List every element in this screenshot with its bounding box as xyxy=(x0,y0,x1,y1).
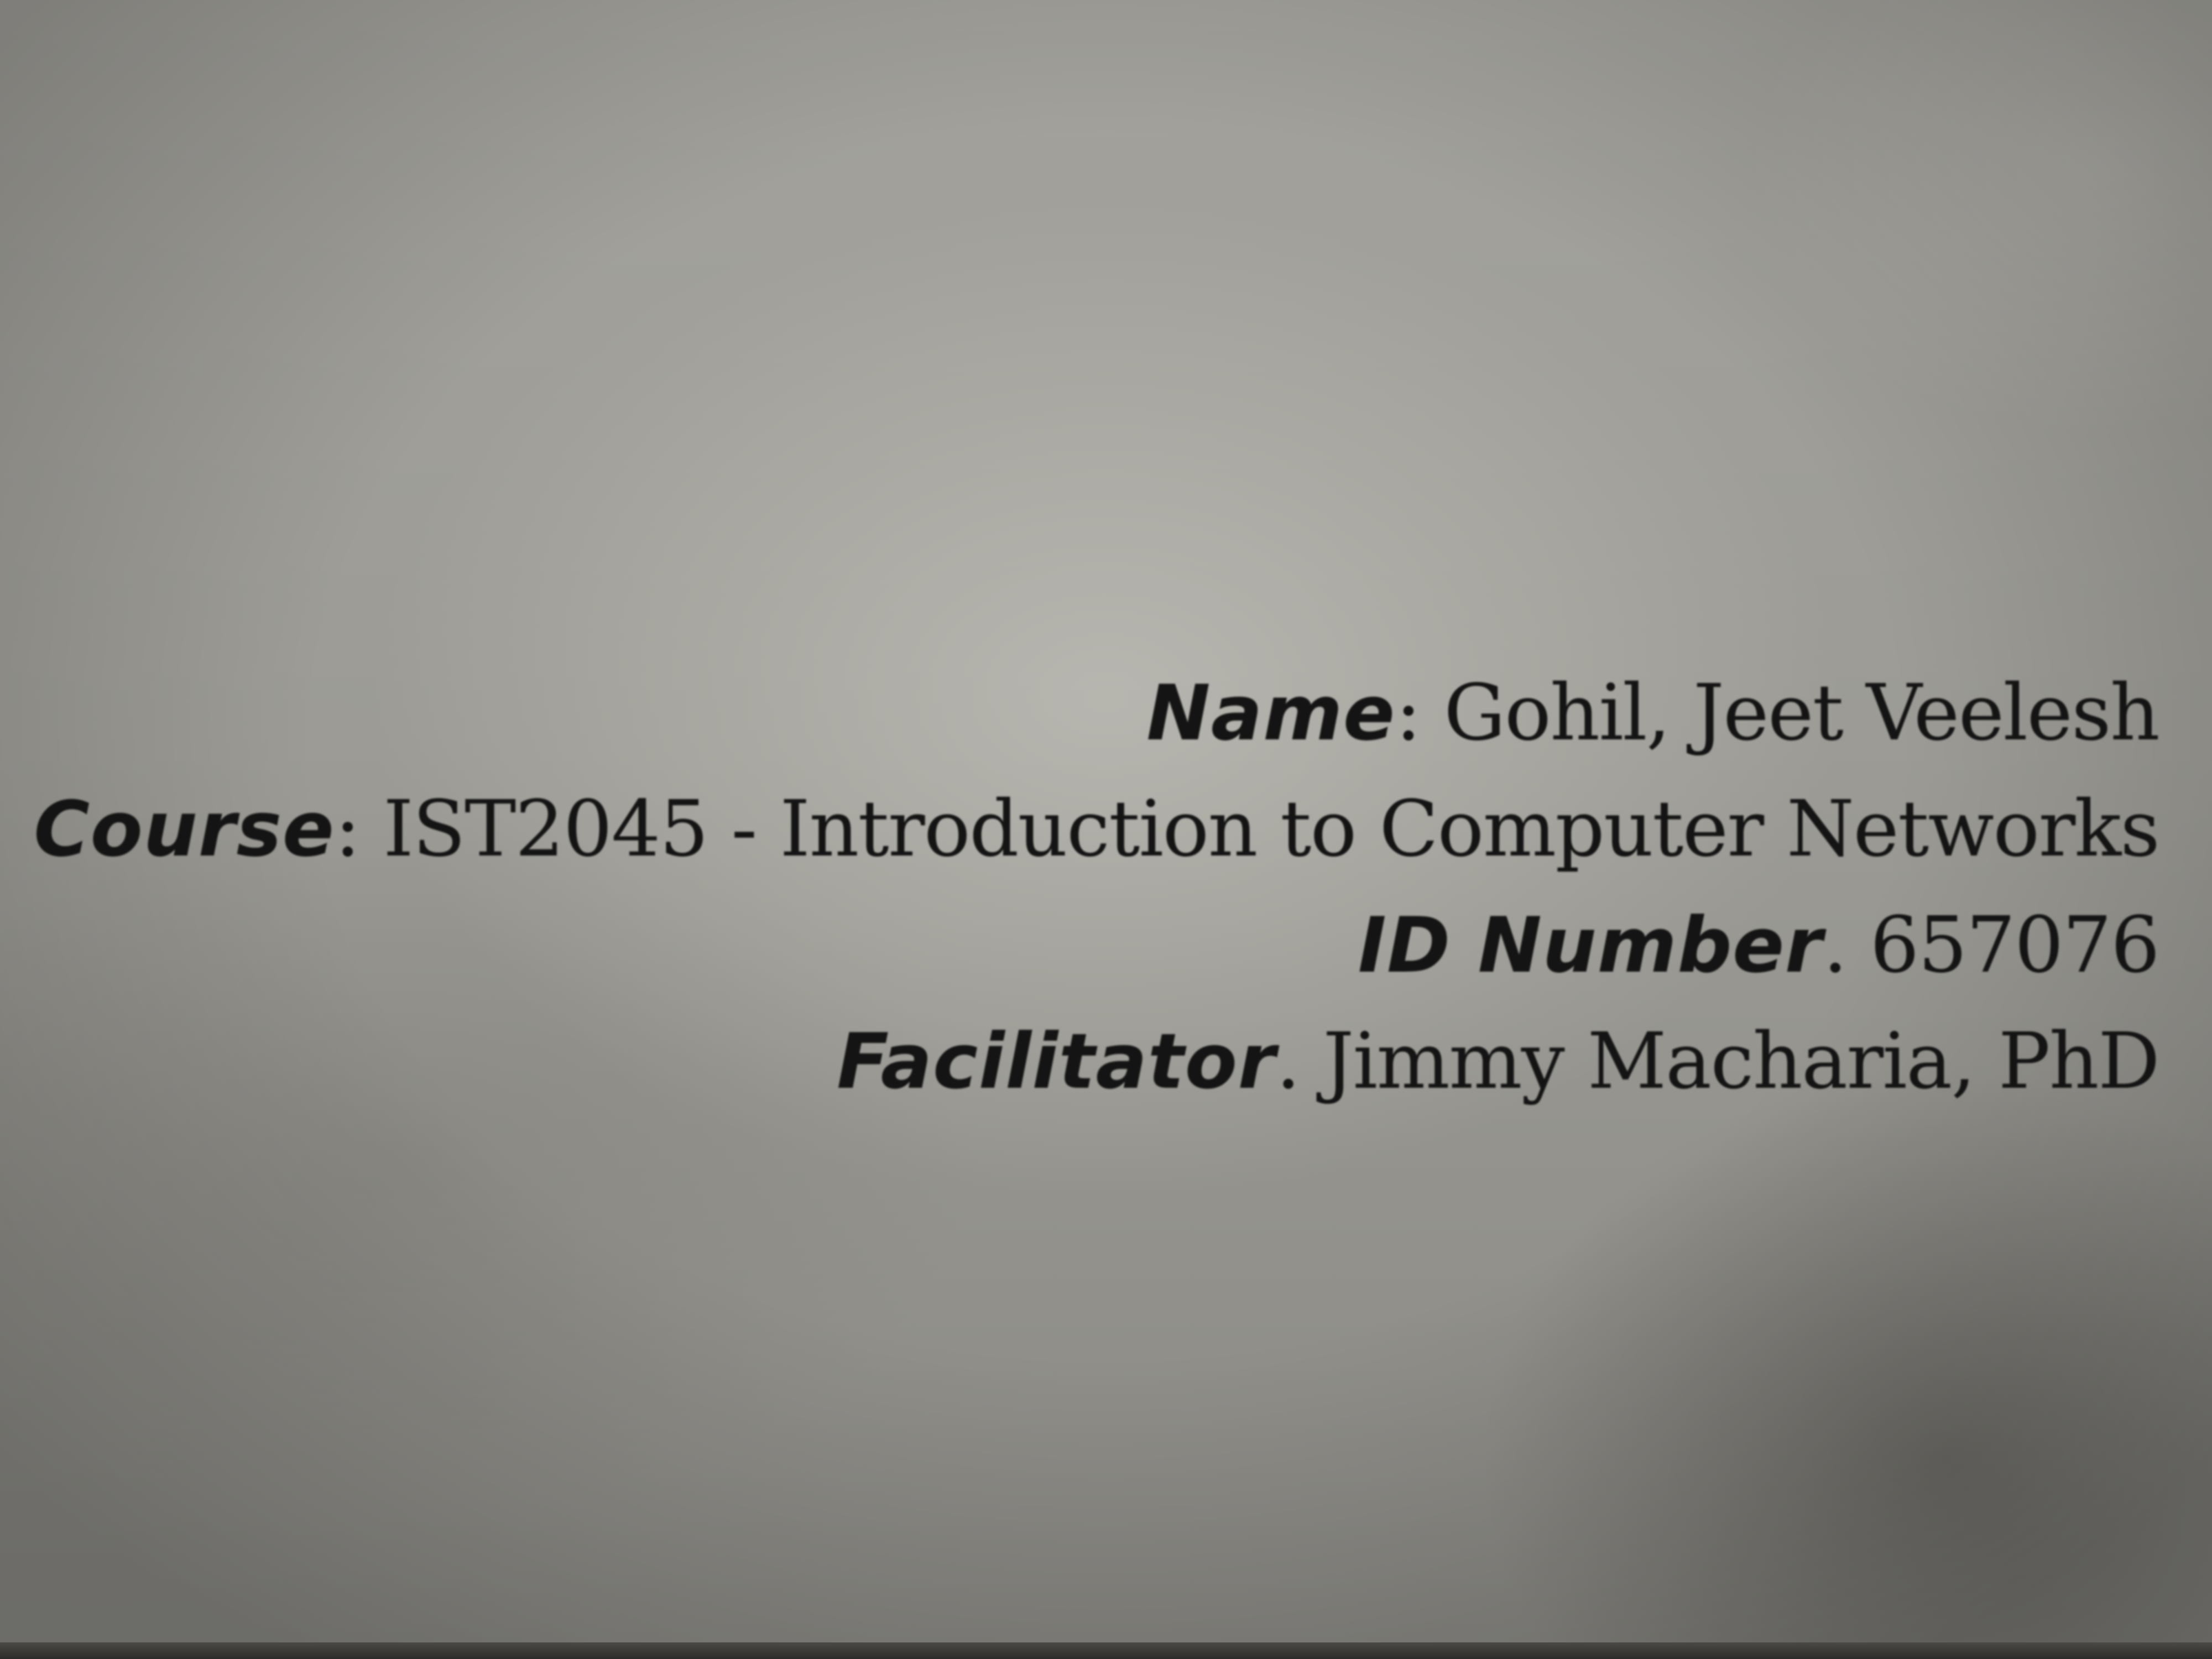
course-line: Course: IST2045 - Introduction to Comput… xyxy=(2,771,2160,888)
id-number-value: 657076 xyxy=(1870,900,2160,990)
bottom-dark-strip xyxy=(0,1642,2212,1659)
course-label: Course xyxy=(34,785,335,874)
student-info-block: Name: Gohil, Jeet Veelesh Course: IST204… xyxy=(2,655,2160,1120)
course-separator: : xyxy=(335,784,383,874)
name-label: Name xyxy=(1146,669,1396,758)
facilitator-separator: . xyxy=(1276,1016,1323,1107)
name-value: Gohil, Jeet Veelesh xyxy=(1443,668,2160,758)
id-number-label: ID Number xyxy=(1358,901,1823,990)
facilitator-line: Facilitator. Jimmy Macharia, PhD xyxy=(2,1004,2160,1120)
facilitator-value: Jimmy Macharia, PhD xyxy=(1323,1016,2160,1107)
name-separator: : xyxy=(1395,668,1444,758)
paper-sheet: Name: Gohil, Jeet Veelesh Course: IST204… xyxy=(0,0,2212,1659)
id-number-separator: . xyxy=(1823,900,1870,990)
facilitator-label: Facilitator xyxy=(837,1017,1276,1106)
id-number-line: ID Number. 657076 xyxy=(2,888,2160,1004)
course-value: IST2045 - Introduction to Computer Netwo… xyxy=(383,784,2160,874)
name-line: Name: Gohil, Jeet Veelesh xyxy=(2,655,2160,771)
